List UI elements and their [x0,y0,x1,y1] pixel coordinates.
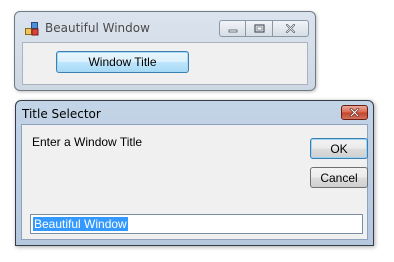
ok-button[interactable]: OK [310,138,368,159]
prompt-label: Enter a Window Title [32,135,143,149]
close-icon [286,24,295,33]
window-title-input[interactable]: Beautiful Window [30,214,363,234]
window-controls [219,20,309,37]
main-window-titlebar[interactable]: Beautiful Window [15,12,315,42]
close-icon [349,108,360,117]
window-title-button[interactable]: Window Title [56,51,189,73]
application-icon[interactable] [25,21,39,36]
maximize-icon [253,24,265,33]
main-window-client-area: Window Title [22,42,308,85]
maximize-button[interactable] [246,20,272,37]
selected-input-text: Beautiful Window [33,217,128,231]
cancel-button[interactable]: Cancel [310,167,368,188]
title-selector-dialog: Title Selector Enter a Window Title OK C… [15,100,374,246]
main-window-title: Beautiful Window [45,21,150,35]
dialog-title: Title Selector [22,107,101,121]
main-window: Beautiful Window Window Title [14,11,316,91]
dialog-close-button[interactable] [341,105,368,120]
minimize-icon [228,29,237,32]
close-button[interactable] [272,20,309,37]
minimize-button[interactable] [219,20,246,37]
dialog-client-area: Enter a Window Title OK Cancel Beautiful… [21,124,368,240]
